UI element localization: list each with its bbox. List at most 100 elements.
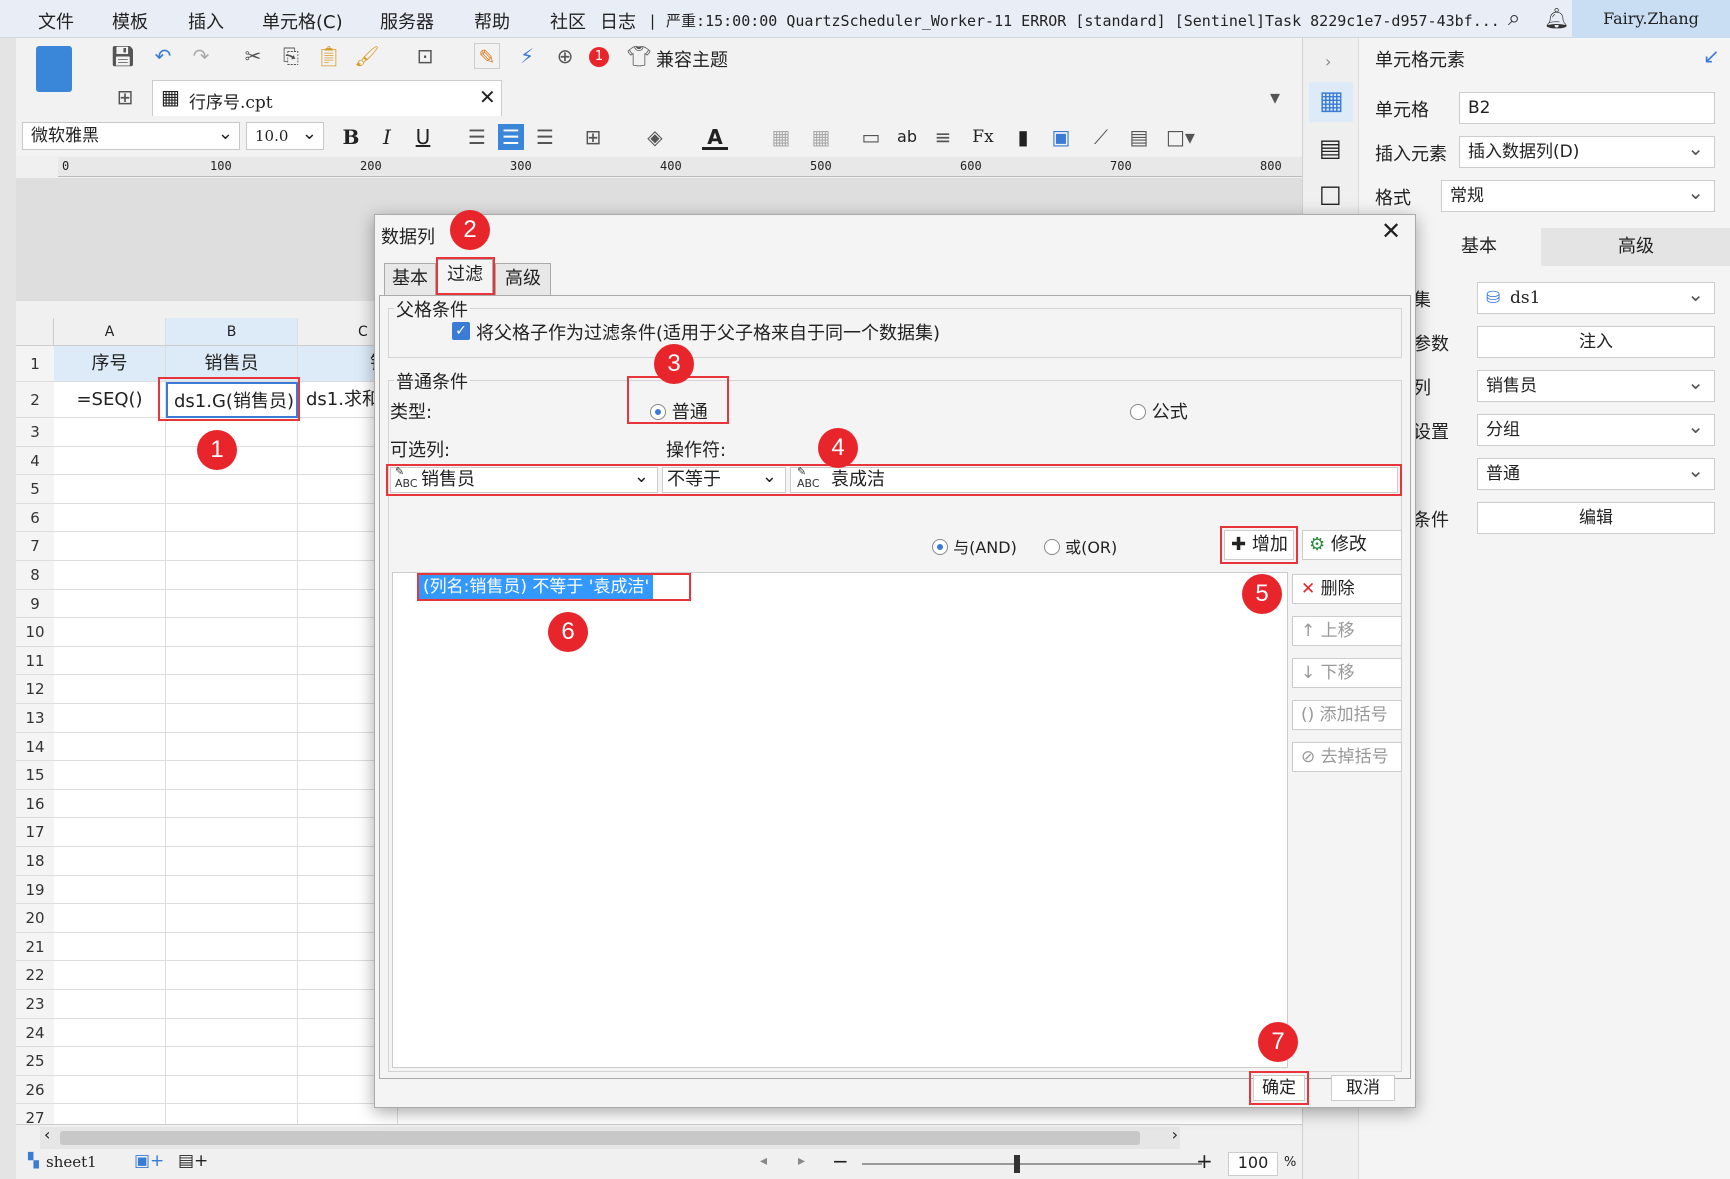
grid-cell[interactable] — [54, 1075, 166, 1105]
row-header[interactable]: 7 — [16, 532, 54, 561]
scroll-right-icon[interactable]: › — [1172, 1125, 1178, 1144]
grid-cell[interactable] — [54, 1047, 166, 1076]
row-header[interactable]: 1 — [16, 346, 54, 382]
menu-template[interactable]: 模板 — [112, 8, 148, 34]
notification-count[interactable]: 1 — [589, 47, 609, 67]
user-name[interactable]: Fairy.Zhang — [1572, 0, 1730, 38]
merge-cells-icon[interactable]: ▦ — [768, 124, 794, 150]
align-center-icon[interactable]: ☰ — [498, 124, 524, 150]
border-icon[interactable]: ⊞ — [580, 124, 606, 150]
insert-row-icon[interactable]: ▭ — [858, 124, 884, 150]
row-header[interactable]: 26 — [16, 1075, 54, 1105]
row-header[interactable]: 11 — [16, 646, 54, 676]
cell-field[interactable]: B2 — [1459, 92, 1715, 124]
cancel-button[interactable]: 取消 — [1331, 1075, 1395, 1101]
modify-condition-button[interactable]: ⚙ 修改 — [1302, 530, 1402, 560]
setting2-select[interactable]: 普通 — [1477, 455, 1715, 490]
grid-cell[interactable] — [166, 818, 298, 847]
page-prev-icon[interactable]: ◂ — [760, 1153, 767, 1169]
search-icon[interactable]: ⌕ — [1508, 6, 1520, 31]
row-header[interactable]: 22 — [16, 961, 54, 990]
menu-server[interactable]: 服务器 — [380, 8, 434, 34]
add-paren-button[interactable]: () 添加括号 — [1292, 700, 1402, 730]
tab-basic[interactable]: 基本 — [384, 263, 436, 295]
grid-cell[interactable] — [54, 418, 166, 447]
column-header-a[interactable]: A — [54, 318, 166, 346]
format-painter-icon[interactable]: 🖌︎ — [354, 43, 380, 69]
column-select[interactable]: ✎ ABC 销售员 ⌄ — [390, 466, 658, 493]
image-icon[interactable]: ▣ — [1048, 124, 1074, 150]
zoom-slider-track[interactable] — [862, 1163, 1202, 1165]
grid-cell[interactable] — [54, 446, 166, 476]
operator-select[interactable]: 不等于 ⌄ — [662, 466, 786, 493]
panel-tab-advanced[interactable]: 高级 — [1541, 228, 1730, 266]
row-header[interactable]: 6 — [16, 503, 54, 533]
bell-icon[interactable]: 🔔︎ — [1544, 6, 1569, 30]
slash-icon[interactable]: ⟋ — [1088, 124, 1114, 150]
bold-icon[interactable]: B — [338, 124, 364, 150]
grid-cell[interactable] — [54, 561, 166, 590]
value-input[interactable]: ✎ ABC 袁成洁 — [790, 466, 1398, 493]
align-right-icon[interactable]: ☰ — [532, 124, 558, 150]
row-header[interactable]: 10 — [16, 618, 54, 647]
file-tab[interactable]: ▦ 行序号.cpt ✕ — [152, 80, 502, 116]
grid-cell[interactable] — [54, 532, 166, 561]
grid-cell[interactable] — [54, 990, 166, 1019]
row-header[interactable]: 8 — [16, 561, 54, 590]
grid-cell[interactable] — [54, 904, 166, 933]
compat-theme-button[interactable]: 兼容主题 — [656, 46, 728, 72]
undo-icon[interactable]: ↶ — [150, 43, 176, 69]
remove-paren-button[interactable]: ⊘ 去掉括号 — [1292, 742, 1402, 772]
pen-icon[interactable]: ✎ — [474, 43, 500, 69]
inject-button[interactable]: 注入 — [1477, 326, 1715, 358]
row-header[interactable]: 12 — [16, 675, 54, 704]
grid-cell[interactable] — [166, 1047, 298, 1076]
font-size-select[interactable]: 10.0 ⌄ — [246, 122, 324, 150]
row-header[interactable]: 5 — [16, 475, 54, 504]
move-up-button[interactable]: ↑ 上移 — [1292, 616, 1402, 646]
unmerge-cells-icon[interactable]: ▦ — [808, 124, 834, 150]
row-header[interactable]: 17 — [16, 818, 54, 847]
grid-cell[interactable] — [166, 932, 298, 962]
grid-cell[interactable] — [54, 789, 166, 819]
row-header[interactable]: 4 — [16, 446, 54, 476]
grid-cell[interactable] — [166, 961, 298, 990]
row-header[interactable]: 3 — [16, 418, 54, 447]
grid-cell[interactable] — [166, 1075, 298, 1105]
grid-cell[interactable] — [166, 789, 298, 819]
redo-icon[interactable]: ↷ — [188, 43, 214, 69]
save-icon[interactable]: 💾︎ — [110, 43, 136, 69]
zoom-slider-handle[interactable] — [1014, 1155, 1020, 1173]
menu-cell[interactable]: 单元格(C) — [262, 8, 343, 34]
rich-text-icon[interactable]: ≡ — [930, 124, 956, 150]
and-radio[interactable]: 与(AND) — [932, 534, 1017, 558]
horizontal-scrollbar[interactable]: ‹ › — [40, 1125, 1180, 1149]
zoom-out-button[interactable]: − — [832, 1149, 849, 1173]
zoom-in-button[interactable]: + — [1196, 1149, 1213, 1173]
grid-cell[interactable] — [166, 1018, 298, 1048]
cut-icon[interactable]: ✂ — [240, 43, 266, 69]
menu-insert[interactable]: 插入 — [188, 8, 224, 34]
fill-color-icon[interactable]: ◈ — [642, 124, 668, 150]
grid-cell[interactable] — [166, 589, 298, 619]
grid-cell[interactable] — [54, 732, 166, 762]
grid-corner[interactable] — [16, 318, 54, 346]
report-logo-icon[interactable] — [36, 46, 72, 92]
row-header[interactable]: 19 — [16, 875, 54, 905]
cell-a1[interactable]: 序号 — [54, 346, 166, 382]
left-collapse-strip[interactable] — [0, 38, 16, 1179]
row-header[interactable]: 23 — [16, 990, 54, 1019]
menu-log[interactable]: 日志 — [600, 8, 636, 34]
row-header[interactable]: 15 — [16, 761, 54, 790]
tab-menu-icon[interactable]: ▾ — [1262, 84, 1288, 110]
row-header[interactable]: 16 — [16, 789, 54, 819]
grid-cell[interactable] — [54, 932, 166, 962]
cell-element-tab-icon[interactable]: ▦ — [1309, 82, 1353, 122]
plugin-icon[interactable]: ⚡ — [514, 43, 540, 69]
grid-cell[interactable] — [166, 847, 298, 876]
menu-help[interactable]: 帮助 — [474, 8, 510, 34]
align-left-icon[interactable]: ☰ — [464, 124, 490, 150]
float-element-icon[interactable]: □ — [1319, 180, 1342, 208]
column-select[interactable]: 销售员 — [1477, 367, 1715, 402]
page-next-icon[interactable]: ▸ — [798, 1153, 805, 1169]
